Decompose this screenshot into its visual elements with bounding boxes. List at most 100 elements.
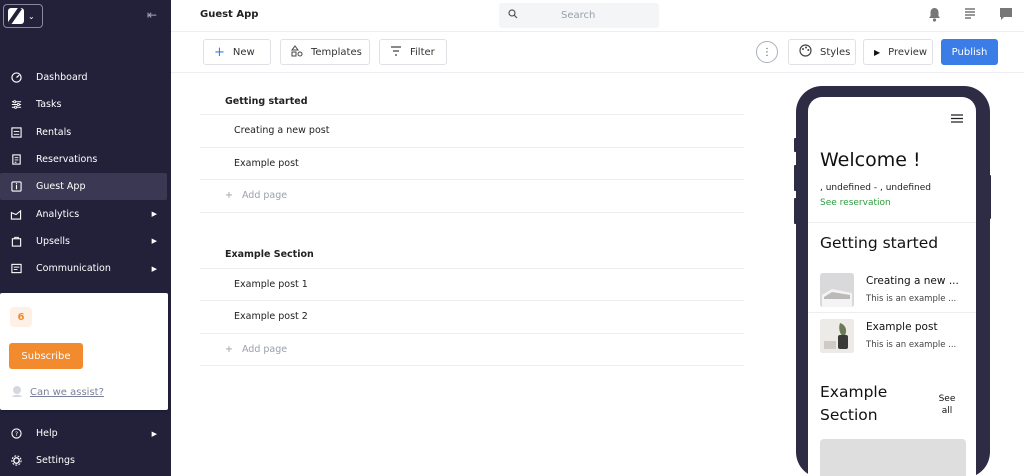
activity-list-icon[interactable] xyxy=(952,7,988,22)
chevron-down-icon: ⌄ xyxy=(28,11,35,21)
add-page-label: Add page xyxy=(241,190,288,202)
sidebar-item-label: Settings xyxy=(36,455,75,467)
preview-label: Preview xyxy=(888,46,928,58)
new-button[interactable]: + New xyxy=(203,39,271,65)
sidebar-item-guest-app[interactable]: Guest App xyxy=(0,173,167,201)
chevron-right-icon: ▶ xyxy=(151,237,157,246)
sidebar-item-label: Communication xyxy=(36,263,111,275)
phone-button xyxy=(988,175,991,219)
filter-icon xyxy=(390,45,402,59)
guest-app-icon xyxy=(10,181,22,193)
add-page-button[interactable]: + Add page xyxy=(200,334,744,366)
see-reservation-link[interactable]: See reservation xyxy=(820,198,891,208)
add-page-button[interactable]: + Add page xyxy=(200,180,744,213)
workspace-switcher[interactable]: ⌄ xyxy=(3,4,43,28)
page-row[interactable]: Example post 1 xyxy=(200,269,744,301)
preview-button[interactable]: ▶ Preview xyxy=(863,39,933,65)
analytics-icon xyxy=(10,208,22,220)
sidebar: ⌄ ⇤ Dashboard Tasks Rentals Reservations… xyxy=(0,0,171,476)
section-title[interactable]: Example Section xyxy=(200,242,744,269)
filter-label: Filter xyxy=(410,46,435,58)
sidebar-item-label: Rentals xyxy=(36,126,72,138)
see-all-link[interactable]: See all xyxy=(936,393,958,417)
page-row[interactable]: Example post 2 xyxy=(200,301,744,334)
sidebar-item-dashboard[interactable]: Dashboard xyxy=(0,64,171,91)
preview-card[interactable]: Creating a new ... This is an example ..… xyxy=(820,273,976,309)
plus-icon: + xyxy=(214,44,225,60)
tasks-icon xyxy=(10,99,22,111)
sidebar-item-label: Upsells xyxy=(36,235,71,247)
play-icon: ▶ xyxy=(874,47,881,57)
preview-section-title: Example Section xyxy=(820,383,888,424)
reservation-dates: , undefined - , undefined xyxy=(820,183,931,193)
rentals-icon xyxy=(10,126,22,138)
search-input[interactable]: Search xyxy=(499,3,659,28)
card-subtitle: This is an example ... xyxy=(866,294,957,304)
page-title: Guest App xyxy=(200,9,259,20)
page-row[interactable]: Example post xyxy=(200,148,744,180)
publish-button[interactable]: Publish xyxy=(941,39,998,65)
search-icon xyxy=(508,9,518,22)
preview-card[interactable]: Example post This is an example ... xyxy=(820,319,976,355)
sidebar-item-communication[interactable]: Communication ▶ xyxy=(0,255,171,282)
chevron-right-icon: ▶ xyxy=(151,264,157,273)
sidebar-item-settings[interactable]: Settings xyxy=(0,447,171,474)
post-thumbnail xyxy=(820,319,854,353)
sidebar-item-reservations[interactable]: Reservations xyxy=(0,146,171,173)
assist-label: Can we assist? xyxy=(30,387,104,398)
page-row[interactable]: Creating a new post xyxy=(200,115,744,148)
sidebar-item-rentals[interactable]: Rentals xyxy=(0,119,171,146)
reservations-icon xyxy=(10,154,22,166)
settings-icon xyxy=(10,455,22,467)
communication-icon xyxy=(10,263,22,275)
phone-button xyxy=(794,165,797,191)
plus-icon: + xyxy=(225,190,233,202)
section-title[interactable]: Getting started xyxy=(200,88,744,115)
top-actions xyxy=(916,7,1024,22)
support-agent-icon xyxy=(10,384,24,401)
sidebar-item-help[interactable]: ? Help ▶ xyxy=(0,420,171,447)
sidebar-item-upsells[interactable]: Upsells ▶ xyxy=(0,228,171,255)
sidebar-item-analytics[interactable]: Analytics ▶ xyxy=(0,200,171,227)
assist-link[interactable]: Can we assist? xyxy=(10,384,104,401)
preview-section-title: Getting started xyxy=(820,234,939,252)
chat-icon[interactable] xyxy=(988,7,1024,22)
upsells-icon xyxy=(10,235,22,247)
chevron-right-icon: ▶ xyxy=(151,210,157,219)
sidebar-bottom-nav: ? Help ▶ Settings xyxy=(0,420,171,475)
plus-icon: + xyxy=(225,343,233,355)
search-placeholder: Search xyxy=(561,10,596,21)
collapse-sidebar-icon[interactable]: ⇤ xyxy=(147,8,157,22)
templates-label: Templates xyxy=(311,46,362,58)
chevron-right-icon: ▶ xyxy=(151,429,157,438)
post-thumbnail xyxy=(820,273,854,307)
shapes-icon xyxy=(291,44,303,60)
svg-text:?: ? xyxy=(14,430,17,438)
subscribe-button[interactable]: Subscribe xyxy=(9,343,83,369)
section-image-placeholder xyxy=(820,439,966,476)
styles-button[interactable]: Styles xyxy=(788,39,856,65)
logo-icon xyxy=(8,8,24,24)
filter-button[interactable]: Filter xyxy=(379,39,447,65)
new-label: New xyxy=(232,46,255,58)
notifications-bell-icon[interactable] xyxy=(916,7,952,22)
sidebar-item-label: Analytics xyxy=(36,208,80,220)
sidebar-item-label: Tasks xyxy=(36,99,62,111)
hamburger-menu-icon[interactable] xyxy=(951,114,963,126)
add-page-label: Add page xyxy=(241,343,288,355)
sidebar-nav: Dashboard Tasks Rentals Reservations Gue… xyxy=(0,64,171,282)
phone-button xyxy=(794,198,797,224)
templates-button[interactable]: Templates xyxy=(280,39,370,65)
page-sections: Getting started Creating a new post Exam… xyxy=(200,88,744,366)
sidebar-item-label: Help xyxy=(36,428,58,440)
styles-label: Styles xyxy=(820,46,851,58)
more-options-icon[interactable]: ⋮ xyxy=(756,41,778,63)
card-subtitle: This is an example ... xyxy=(866,340,957,350)
card-title: Example post xyxy=(866,321,938,333)
phone-button xyxy=(794,138,797,152)
card-title: Creating a new ... xyxy=(866,275,959,287)
sidebar-item-label: Reservations xyxy=(36,154,98,166)
sidebar-item-tasks[interactable]: Tasks xyxy=(0,91,171,118)
phone-preview-screen: Welcome ! , undefined - , undefined See … xyxy=(808,97,976,476)
